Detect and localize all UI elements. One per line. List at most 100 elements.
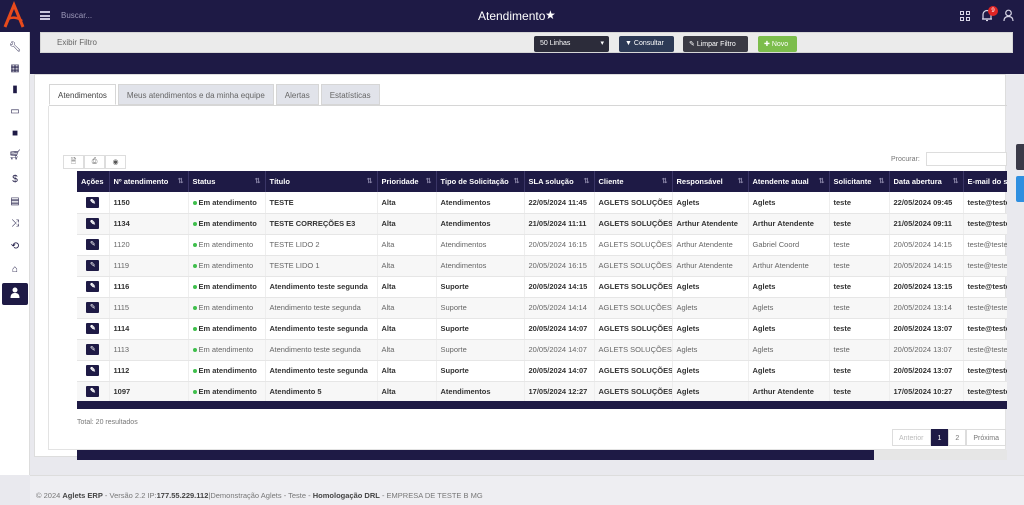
table-cell: teste@teste [963, 192, 1007, 214]
user-profile-icon[interactable] [1003, 9, 1014, 22]
column-header[interactable]: E-mail do so [963, 171, 1007, 192]
sidebar-item-bank[interactable]: ⌂ [2, 258, 28, 280]
new-button[interactable]: ✚ Novo [758, 36, 797, 52]
side-panel-toggle[interactable] [1016, 144, 1024, 170]
sidebar-item-wrench[interactable]: 🔧︎ [2, 36, 28, 58]
tab-panel: 🗎︎ ⎙ ◉ Procurar: Ações Nº atendimento ⇅ S… [48, 106, 1007, 460]
column-header[interactable]: Responsável ⇅ [672, 171, 749, 192]
column-header[interactable]: Solicitante ⇅ [829, 171, 890, 192]
star-icon[interactable]: ★ [545, 8, 556, 22]
sidebar-item-user[interactable] [2, 283, 28, 305]
lines-per-page-value: 50 Linhas [540, 40, 571, 47]
tab-estatisticas[interactable]: Estatísticas [320, 84, 380, 105]
status-dot-icon [192, 390, 197, 395]
table-row[interactable]: ✎ 1150 Em atendimento TESTE Alta Atendimentos… [77, 192, 1007, 214]
top-bar: Atendimento ★ 9 [0, 0, 1024, 32]
edit-button[interactable]: ✎ [86, 196, 100, 208]
edit-button[interactable]: ✎ [86, 302, 100, 313]
consultar-button[interactable]: ▼ Consultar [619, 36, 674, 52]
sidebar-item-calculator[interactable]: ▦ [2, 57, 28, 79]
tab-alertas[interactable]: Alertas [275, 84, 319, 105]
filter-icon: ▼ [625, 40, 632, 47]
clear-filter-button[interactable]: ✎ Limpar Filtro [683, 36, 748, 52]
edit-button[interactable]: ✎ [86, 260, 100, 271]
table-cell: Em atendimento [188, 318, 266, 340]
edit-button[interactable]: ✎ [86, 365, 100, 376]
sidebar-item-book[interactable]: ▮ [2, 78, 28, 100]
sort-icon: ⇅ [513, 178, 520, 185]
column-header[interactable]: Atendente atual ⇅ [748, 171, 830, 192]
sort-icon: ⇅ [661, 178, 668, 185]
edit-button[interactable]: ✎ [86, 239, 100, 250]
column-header[interactable]: Cliente ⇅ [594, 171, 673, 192]
print-icon: ⎙ [91, 158, 98, 165]
table-row[interactable]: ✎ 1112 Em atendimento Atendimento teste seg… [77, 360, 1007, 382]
sidebar-item-retweet[interactable]: ⟲ [2, 235, 28, 257]
column-header[interactable]: Tipo de Solicitação ⇅ [436, 171, 525, 192]
table-row[interactable]: ✎ 1113 Em atendimento Atendimento teste seg… [77, 339, 1007, 361]
column-visibility-button[interactable]: ◉ [105, 155, 126, 169]
tab-atendimentos[interactable]: Atendimentos [49, 84, 116, 105]
new-label: Novo [771, 41, 789, 48]
edit-button[interactable]: ✎ [86, 323, 100, 334]
pagination-previous[interactable]: Anterior [892, 429, 931, 446]
table-cell: teste [829, 360, 890, 382]
table-cell: Alta [377, 339, 437, 361]
pagination-page-1[interactable]: 1 [930, 429, 949, 446]
table-search-input[interactable] [926, 152, 1007, 166]
edit-button[interactable]: ✎ [86, 386, 100, 397]
lines-per-page-select[interactable]: 50 Linhas ▾ [534, 36, 609, 52]
table-row[interactable]: ✎ 1114 Em atendimento Atendimento teste seg… [77, 318, 1007, 340]
column-header[interactable]: Data abertura ⇅ [889, 171, 964, 192]
actions-cell: ✎ [77, 192, 110, 214]
table-row[interactable]: ✎ 1120 Em atendimento TESTE LIDO 2 Alta Atend… [77, 234, 1007, 256]
edit-button[interactable]: ✎ [86, 281, 100, 292]
column-header[interactable]: Título ⇅ [265, 171, 378, 192]
table-row[interactable]: ✎ 1115 Em atendimento Atendimento teste seg… [77, 297, 1007, 319]
column-header[interactable]: SLA solução ⇅ [524, 171, 595, 192]
tab-my-team[interactable]: Meus atendimentos e da minha equipe [117, 84, 274, 105]
search-input[interactable] [61, 11, 181, 20]
sidebar-item-money[interactable]: ▭ [2, 100, 28, 122]
aglets-logo[interactable] [0, 0, 30, 32]
export-pdf-button[interactable]: 🗎︎ [63, 155, 84, 169]
table-cell: 20/05/2024 13:14 [889, 297, 964, 319]
menu-icon[interactable] [40, 11, 50, 20]
actions-cell: ✎ [77, 276, 110, 298]
file-icon: 🗎︎ [70, 157, 77, 165]
table-cell: Suporte [436, 339, 525, 361]
print-button[interactable]: ⎙ [84, 155, 105, 169]
table-cell: 1097 [109, 381, 189, 403]
sidebar-item-table[interactable]: ▤ [2, 190, 28, 212]
table-cell: Arthur Atendente [748, 255, 830, 277]
sidebar-item-cart[interactable]: 🛒︎ [2, 144, 28, 166]
show-filter-link[interactable]: Exibir Filtro [57, 38, 97, 47]
column-header[interactable]: Nº atendimento ⇅ [109, 171, 189, 192]
table-row[interactable]: ✎ 1134 Em atendimento TESTE CORREÇÕES E3 Alt… [77, 213, 1007, 235]
column-header[interactable]: Prioridade ⇅ [377, 171, 437, 192]
column-header[interactable]: Status ⇅ [188, 171, 266, 192]
table-cell: teste [829, 192, 890, 214]
help-panel-toggle[interactable] [1016, 176, 1024, 202]
table-row[interactable]: ✎ 1119 Em atendimento TESTE LIDO 1 Alta Atend… [77, 255, 1007, 277]
table-cell: teste [829, 318, 890, 340]
table-row[interactable]: ✎ 1116 Em atendimento Atendimento teste seg… [77, 276, 1007, 298]
notifications-button[interactable]: 9 [981, 6, 998, 22]
edit-button[interactable]: ✎ [86, 218, 100, 229]
horizontal-scrollbar[interactable] [77, 401, 1007, 409]
table-cell: 21/05/2024 11:11 [524, 213, 595, 235]
table-cell: teste@teste [963, 213, 1007, 235]
table-cell: Aglets [672, 381, 749, 403]
user-icon [10, 287, 20, 301]
sort-icon: ⇅ [583, 178, 590, 185]
table-row[interactable]: ✎ 1097 Em atendimento Atendimento 5 Alta Aten… [77, 381, 1007, 403]
pagination-next[interactable]: Próxima [966, 429, 1007, 446]
briefcase-icon: ■ [11, 127, 19, 139]
edit-button[interactable]: ✎ [86, 344, 100, 355]
apps-grid-icon[interactable] [960, 11, 970, 21]
sidebar-item-shuffle[interactable]: ⤨ [2, 212, 28, 234]
sidebar-item-briefcase[interactable]: ■ [2, 122, 28, 144]
pagination-page-2[interactable]: 2 [948, 429, 967, 446]
sidebar-item-dollar[interactable]: $ [2, 168, 28, 190]
table-cell: teste [829, 339, 890, 361]
